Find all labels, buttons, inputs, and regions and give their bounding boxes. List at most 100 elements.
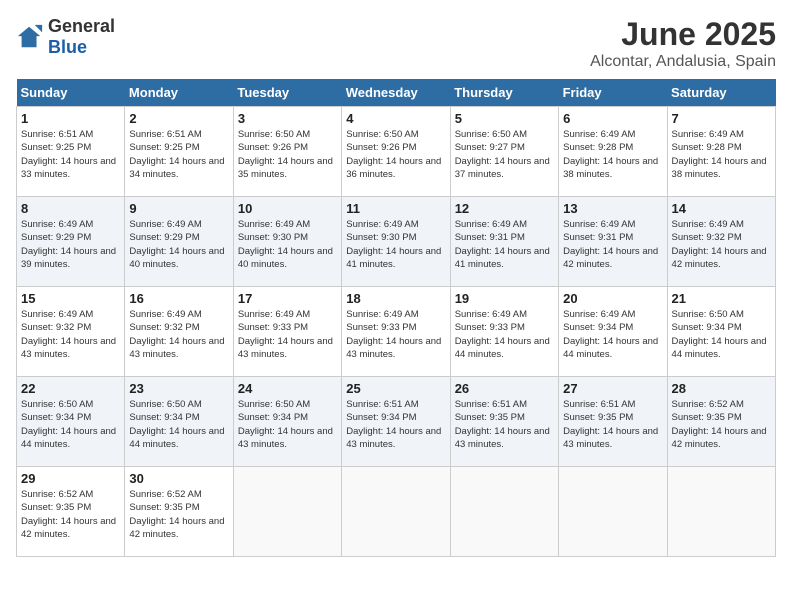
day-info: Sunrise: 6:51 AMSunset: 9:35 PMDaylight:… (563, 398, 662, 451)
day-number: 2 (129, 111, 228, 126)
day-number: 13 (563, 201, 662, 216)
day-number: 5 (455, 111, 554, 126)
day-info: Sunrise: 6:50 AMSunset: 9:27 PMDaylight:… (455, 128, 554, 181)
day-info: Sunrise: 6:52 AMSunset: 9:35 PMDaylight:… (21, 488, 120, 541)
day-info: Sunrise: 6:49 AMSunset: 9:34 PMDaylight:… (563, 308, 662, 361)
calendar-cell: 8 Sunrise: 6:49 AMSunset: 9:29 PMDayligh… (17, 197, 125, 287)
day-number: 23 (129, 381, 228, 396)
header-wednesday: Wednesday (342, 79, 450, 107)
calendar-cell (667, 467, 775, 557)
day-number: 29 (21, 471, 120, 486)
day-number: 11 (346, 201, 445, 216)
calendar-cell (233, 467, 341, 557)
calendar-cell: 4 Sunrise: 6:50 AMSunset: 9:26 PMDayligh… (342, 107, 450, 197)
month-title: June 2025 (590, 16, 776, 53)
day-info: Sunrise: 6:51 AMSunset: 9:34 PMDaylight:… (346, 398, 445, 451)
logo-general: General (48, 16, 115, 36)
calendar-cell: 2 Sunrise: 6:51 AMSunset: 9:25 PMDayligh… (125, 107, 233, 197)
calendar-cell: 19 Sunrise: 6:49 AMSunset: 9:33 PMDaylig… (450, 287, 558, 377)
day-info: Sunrise: 6:49 AMSunset: 9:28 PMDaylight:… (563, 128, 662, 181)
day-info: Sunrise: 6:52 AMSunset: 9:35 PMDaylight:… (672, 398, 771, 451)
calendar-cell: 9 Sunrise: 6:49 AMSunset: 9:29 PMDayligh… (125, 197, 233, 287)
day-info: Sunrise: 6:49 AMSunset: 9:32 PMDaylight:… (21, 308, 120, 361)
calendar-cell: 25 Sunrise: 6:51 AMSunset: 9:34 PMDaylig… (342, 377, 450, 467)
day-number: 12 (455, 201, 554, 216)
day-number: 26 (455, 381, 554, 396)
header-thursday: Thursday (450, 79, 558, 107)
calendar-week-5: 29 Sunrise: 6:52 AMSunset: 9:35 PMDaylig… (17, 467, 776, 557)
calendar-cell: 1 Sunrise: 6:51 AMSunset: 9:25 PMDayligh… (17, 107, 125, 197)
day-number: 28 (672, 381, 771, 396)
header-sunday: Sunday (17, 79, 125, 107)
calendar-week-2: 8 Sunrise: 6:49 AMSunset: 9:29 PMDayligh… (17, 197, 776, 287)
header-monday: Monday (125, 79, 233, 107)
day-info: Sunrise: 6:49 AMSunset: 9:31 PMDaylight:… (563, 218, 662, 271)
day-number: 1 (21, 111, 120, 126)
day-number: 30 (129, 471, 228, 486)
day-info: Sunrise: 6:49 AMSunset: 9:29 PMDaylight:… (129, 218, 228, 271)
calendar-week-3: 15 Sunrise: 6:49 AMSunset: 9:32 PMDaylig… (17, 287, 776, 377)
day-info: Sunrise: 6:50 AMSunset: 9:34 PMDaylight:… (672, 308, 771, 361)
day-info: Sunrise: 6:49 AMSunset: 9:28 PMDaylight:… (672, 128, 771, 181)
header-saturday: Saturday (667, 79, 775, 107)
calendar-cell (559, 467, 667, 557)
calendar-cell: 14 Sunrise: 6:49 AMSunset: 9:32 PMDaylig… (667, 197, 775, 287)
calendar-cell: 7 Sunrise: 6:49 AMSunset: 9:28 PMDayligh… (667, 107, 775, 197)
day-info: Sunrise: 6:49 AMSunset: 9:30 PMDaylight:… (238, 218, 337, 271)
calendar-cell (450, 467, 558, 557)
day-number: 10 (238, 201, 337, 216)
calendar-cell: 16 Sunrise: 6:49 AMSunset: 9:32 PMDaylig… (125, 287, 233, 377)
calendar-table: SundayMondayTuesdayWednesdayThursdayFrid… (16, 79, 776, 557)
day-number: 17 (238, 291, 337, 306)
day-number: 7 (672, 111, 771, 126)
calendar-cell: 22 Sunrise: 6:50 AMSunset: 9:34 PMDaylig… (17, 377, 125, 467)
logo-text: General Blue (48, 16, 115, 58)
day-info: Sunrise: 6:49 AMSunset: 9:32 PMDaylight:… (129, 308, 228, 361)
day-number: 19 (455, 291, 554, 306)
calendar-cell: 30 Sunrise: 6:52 AMSunset: 9:35 PMDaylig… (125, 467, 233, 557)
day-number: 15 (21, 291, 120, 306)
day-info: Sunrise: 6:49 AMSunset: 9:33 PMDaylight:… (455, 308, 554, 361)
day-number: 20 (563, 291, 662, 306)
calendar-cell: 5 Sunrise: 6:50 AMSunset: 9:27 PMDayligh… (450, 107, 558, 197)
page-header: General Blue June 2025 Alcontar, Andalus… (16, 16, 776, 71)
calendar-cell: 28 Sunrise: 6:52 AMSunset: 9:35 PMDaylig… (667, 377, 775, 467)
header-row: SundayMondayTuesdayWednesdayThursdayFrid… (17, 79, 776, 107)
calendar-cell: 10 Sunrise: 6:49 AMSunset: 9:30 PMDaylig… (233, 197, 341, 287)
day-info: Sunrise: 6:49 AMSunset: 9:33 PMDaylight:… (346, 308, 445, 361)
logo: General Blue (16, 16, 115, 58)
calendar-cell (342, 467, 450, 557)
calendar-cell: 24 Sunrise: 6:50 AMSunset: 9:34 PMDaylig… (233, 377, 341, 467)
calendar-cell: 6 Sunrise: 6:49 AMSunset: 9:28 PMDayligh… (559, 107, 667, 197)
day-number: 18 (346, 291, 445, 306)
calendar-cell: 29 Sunrise: 6:52 AMSunset: 9:35 PMDaylig… (17, 467, 125, 557)
calendar-cell: 3 Sunrise: 6:50 AMSunset: 9:26 PMDayligh… (233, 107, 341, 197)
day-number: 21 (672, 291, 771, 306)
calendar-cell: 11 Sunrise: 6:49 AMSunset: 9:30 PMDaylig… (342, 197, 450, 287)
day-info: Sunrise: 6:49 AMSunset: 9:33 PMDaylight:… (238, 308, 337, 361)
day-number: 27 (563, 381, 662, 396)
calendar-cell: 23 Sunrise: 6:50 AMSunset: 9:34 PMDaylig… (125, 377, 233, 467)
day-number: 4 (346, 111, 445, 126)
calendar-cell: 13 Sunrise: 6:49 AMSunset: 9:31 PMDaylig… (559, 197, 667, 287)
day-info: Sunrise: 6:49 AMSunset: 9:31 PMDaylight:… (455, 218, 554, 271)
calendar-cell: 17 Sunrise: 6:49 AMSunset: 9:33 PMDaylig… (233, 287, 341, 377)
day-info: Sunrise: 6:50 AMSunset: 9:34 PMDaylight:… (238, 398, 337, 451)
title-area: June 2025 Alcontar, Andalusia, Spain (590, 16, 776, 71)
day-info: Sunrise: 6:50 AMSunset: 9:34 PMDaylight:… (129, 398, 228, 451)
calendar-cell: 21 Sunrise: 6:50 AMSunset: 9:34 PMDaylig… (667, 287, 775, 377)
day-number: 9 (129, 201, 228, 216)
day-number: 24 (238, 381, 337, 396)
day-info: Sunrise: 6:50 AMSunset: 9:26 PMDaylight:… (238, 128, 337, 181)
calendar-week-1: 1 Sunrise: 6:51 AMSunset: 9:25 PMDayligh… (17, 107, 776, 197)
day-info: Sunrise: 6:51 AMSunset: 9:35 PMDaylight:… (455, 398, 554, 451)
day-number: 25 (346, 381, 445, 396)
calendar-cell: 15 Sunrise: 6:49 AMSunset: 9:32 PMDaylig… (17, 287, 125, 377)
day-number: 16 (129, 291, 228, 306)
calendar-cell: 20 Sunrise: 6:49 AMSunset: 9:34 PMDaylig… (559, 287, 667, 377)
calendar-cell: 27 Sunrise: 6:51 AMSunset: 9:35 PMDaylig… (559, 377, 667, 467)
calendar-cell: 26 Sunrise: 6:51 AMSunset: 9:35 PMDaylig… (450, 377, 558, 467)
day-number: 14 (672, 201, 771, 216)
header-tuesday: Tuesday (233, 79, 341, 107)
day-info: Sunrise: 6:49 AMSunset: 9:30 PMDaylight:… (346, 218, 445, 271)
